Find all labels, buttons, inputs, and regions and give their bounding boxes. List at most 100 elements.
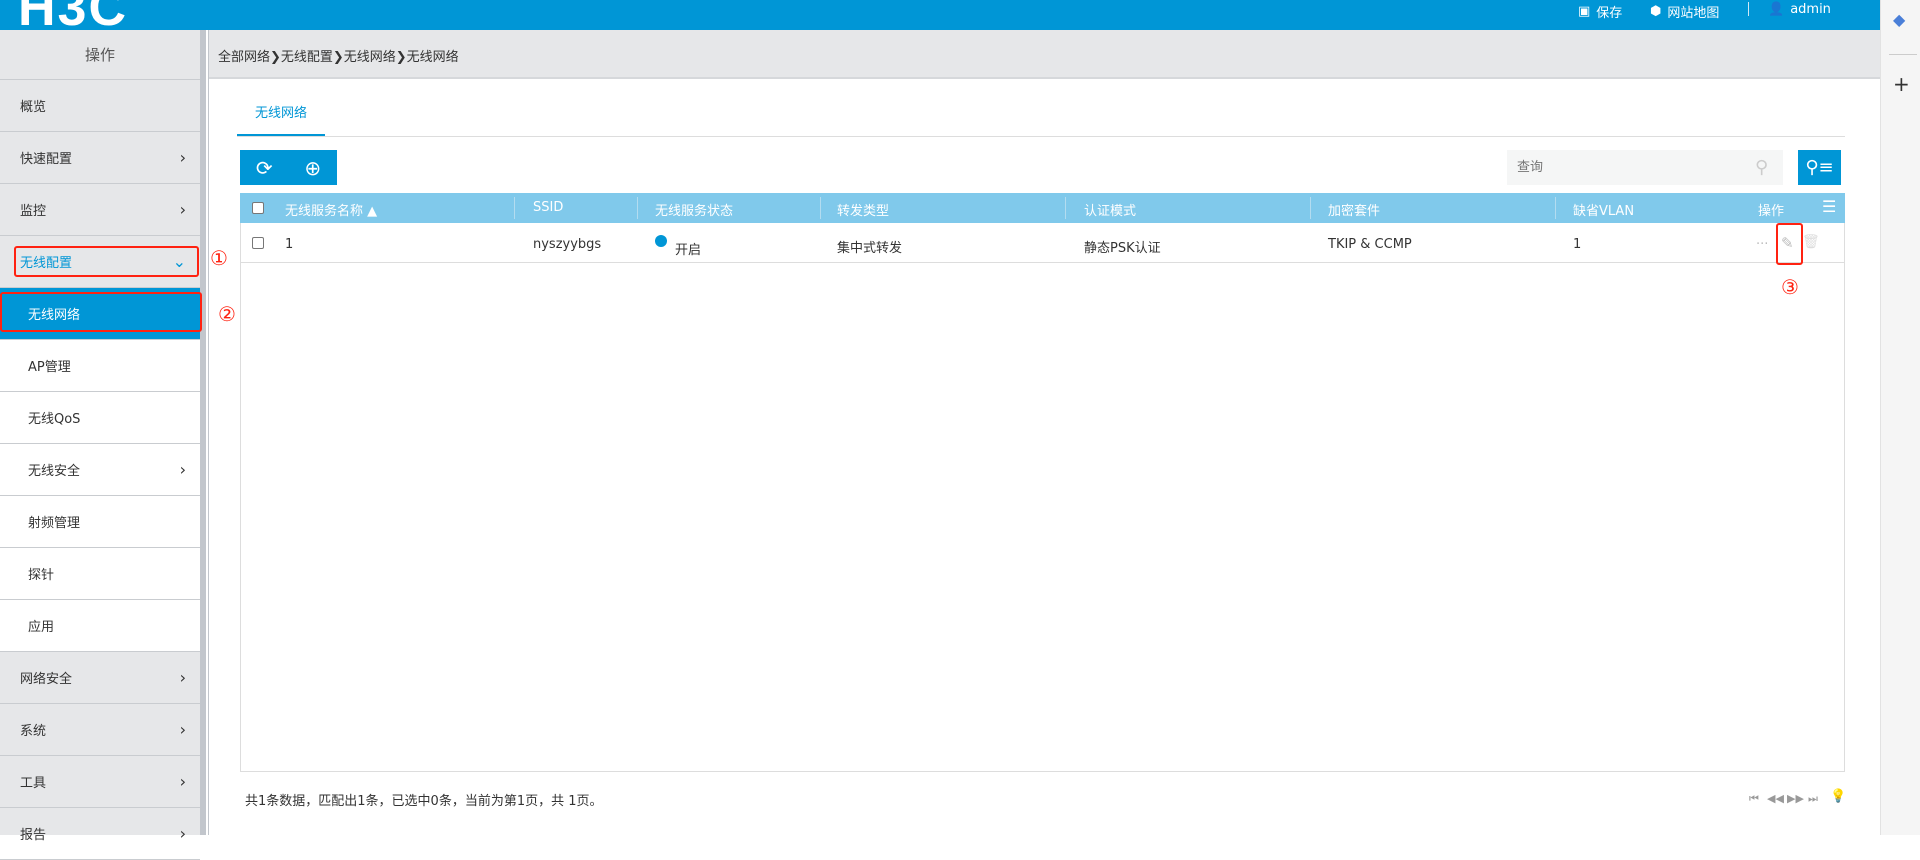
cell-auth: 静态PSK认证 bbox=[1084, 241, 1161, 256]
advanced-search-icon: ⚲≡ bbox=[1805, 157, 1834, 178]
sidebar-item[interactable]: 工具 › bbox=[0, 756, 200, 808]
add-icon[interactable]: ⊕ bbox=[289, 150, 338, 185]
save-icon: ▣ bbox=[1578, 4, 1591, 19]
sidebar-item[interactable]: 报告 › bbox=[0, 808, 200, 860]
wireless-service-table bbox=[240, 193, 1845, 772]
toolbar: ⟳ ⊕ bbox=[240, 150, 337, 185]
sidebar-item[interactable]: 应用 bbox=[0, 600, 200, 652]
cell-vlan: 1 bbox=[1573, 237, 1582, 252]
chevron-right-icon: › bbox=[179, 772, 186, 791]
annotation-box-3 bbox=[1776, 223, 1803, 265]
column-settings-icon[interactable]: ☰ bbox=[1822, 197, 1836, 216]
chevron-right-icon: › bbox=[179, 668, 186, 687]
last-page-icon[interactable]: ⏭ bbox=[1808, 792, 1818, 806]
sidebar-item-label: 无线安全 bbox=[28, 464, 81, 479]
col-sep bbox=[1555, 197, 1556, 219]
divider bbox=[237, 136, 1845, 137]
sidebar-item-label: 报告 bbox=[20, 828, 47, 843]
annotation-3: ③ bbox=[1781, 275, 1799, 299]
cell-name: 1 bbox=[285, 237, 294, 252]
sidebar-item-label: 概览 bbox=[20, 100, 47, 115]
annotation-2: ② bbox=[218, 302, 236, 326]
top-header: H3C ▣ 保存 ⬢ 网站地图 👤 admin bbox=[0, 0, 1880, 37]
sidebar-item[interactable]: 网络安全 › bbox=[0, 652, 200, 704]
lightbulb-icon[interactable]: 💡 bbox=[1830, 789, 1846, 804]
more-icon[interactable]: ··· bbox=[1756, 237, 1768, 252]
col-sep bbox=[820, 197, 821, 219]
right-panel: ◆ + bbox=[1880, 0, 1920, 835]
divider bbox=[208, 30, 209, 835]
sidebar-title: 操作 bbox=[0, 30, 200, 80]
advanced-search-button[interactable]: ⚲≡ bbox=[1798, 150, 1841, 185]
chevron-right-icon: › bbox=[179, 200, 186, 219]
sidebar-item[interactable]: 射频管理 bbox=[0, 496, 200, 548]
sidebar-scrollbar[interactable] bbox=[200, 30, 206, 835]
col-sep bbox=[514, 197, 515, 219]
col-ssid[interactable]: SSID bbox=[533, 200, 563, 215]
sitemap-button[interactable]: ⬢ 网站地图 bbox=[1650, 2, 1719, 21]
select-all-checkbox[interactable] bbox=[252, 202, 264, 214]
search-icon[interactable]: ⚲ bbox=[1755, 157, 1768, 178]
sidebar-item[interactable]: 无线QoS bbox=[0, 392, 200, 444]
table-header: 无线服务名称 ▲ SSID 无线服务状态 转发类型 认证模式 加密套件 缺省VL… bbox=[240, 193, 1845, 223]
plus-icon[interactable]: + bbox=[1893, 72, 1910, 96]
sidebar-item[interactable]: 探针 bbox=[0, 548, 200, 600]
cell-cipher: TKIP & CCMP bbox=[1328, 237, 1412, 252]
first-page-icon[interactable]: ⏮ bbox=[1749, 792, 1759, 806]
divider bbox=[1748, 2, 1749, 16]
col-auth[interactable]: 认证模式 bbox=[1084, 200, 1136, 219]
col-sep bbox=[637, 197, 638, 219]
chevron-right-icon: › bbox=[179, 720, 186, 739]
annotation-1: ① bbox=[210, 246, 228, 270]
annotation-box-1 bbox=[14, 246, 199, 277]
sidebar-item-label: 监控 bbox=[20, 204, 47, 219]
sidebar-item-label: 网络安全 bbox=[20, 672, 73, 687]
sidebar-item[interactable]: 概览 bbox=[0, 80, 200, 132]
search-input[interactable] bbox=[1507, 150, 1783, 185]
sidebar-item-label: 工具 bbox=[20, 776, 47, 791]
save-button[interactable]: ▣ 保存 bbox=[1578, 2, 1622, 21]
chevron-right-icon: › bbox=[179, 824, 186, 843]
chevron-right-icon: › bbox=[179, 460, 186, 479]
prev-page-icon[interactable]: ◀◀ bbox=[1767, 792, 1784, 805]
table-summary: 共1条数据，匹配出1条，已选中0条，当前为第1页，共 1页。 bbox=[245, 794, 603, 809]
sidebar-item-label: 无线QoS bbox=[28, 412, 81, 427]
col-cipher[interactable]: 加密套件 bbox=[1328, 200, 1380, 219]
cube-icon: ⬢ bbox=[1650, 4, 1662, 19]
annotation-box-2 bbox=[0, 292, 202, 332]
tab-wireless-network[interactable]: 无线网络 bbox=[237, 96, 325, 136]
col-actions: 操作 bbox=[1758, 204, 1785, 219]
sidebar-item[interactable]: 系统 › bbox=[0, 704, 200, 756]
col-sep bbox=[1065, 197, 1066, 219]
refresh-icon[interactable]: ⟳ bbox=[240, 150, 289, 185]
sidebar-item[interactable]: 快速配置 › bbox=[0, 132, 200, 184]
table-row[interactable]: 1 nyszyybgs 开启 集中式转发 静态PSK认证 TKIP & CCMP… bbox=[240, 223, 1845, 263]
sidebar-item-label: 快速配置 bbox=[20, 152, 73, 167]
divider bbox=[1889, 54, 1917, 55]
user-icon: 👤 bbox=[1768, 2, 1785, 17]
chevron-right-icon: › bbox=[179, 148, 186, 167]
col-name[interactable]: 无线服务名称 ▲ bbox=[285, 200, 377, 219]
col-vlan[interactable]: 缺省VLAN bbox=[1573, 200, 1634, 219]
col-status[interactable]: 无线服务状态 bbox=[655, 200, 733, 219]
sidebar-item-label: 探针 bbox=[28, 568, 55, 583]
sidebar-item-label: 系统 bbox=[20, 724, 47, 739]
cell-status: 开启 bbox=[675, 243, 702, 258]
user-menu[interactable]: 👤 admin bbox=[1768, 2, 1831, 17]
col-forward[interactable]: 转发类型 bbox=[837, 200, 889, 219]
sidebar-item[interactable]: AP管理 bbox=[0, 340, 200, 392]
sidebar-item[interactable]: 无线安全 › bbox=[0, 444, 200, 496]
row-checkbox[interactable] bbox=[252, 237, 264, 249]
cell-forward: 集中式转发 bbox=[837, 241, 903, 256]
sidebar-item-label: 射频管理 bbox=[28, 516, 81, 531]
cell-ssid: nyszyybgs bbox=[533, 237, 602, 252]
sidebar-item[interactable]: 监控 › bbox=[0, 184, 200, 236]
next-page-icon[interactable]: ▶▶ bbox=[1787, 792, 1804, 805]
breadcrumb: 全部网络❯无线配置❯无线网络❯无线网络 bbox=[209, 30, 1880, 79]
col-sep bbox=[1310, 197, 1311, 219]
sidebar-item-label: AP管理 bbox=[28, 360, 71, 375]
delete-icon[interactable]: 🗑 bbox=[1802, 234, 1820, 250]
status-dot-icon bbox=[655, 235, 667, 247]
tag-icon[interactable]: ◆ bbox=[1893, 10, 1905, 29]
sidebar-item-label: 应用 bbox=[28, 620, 55, 635]
